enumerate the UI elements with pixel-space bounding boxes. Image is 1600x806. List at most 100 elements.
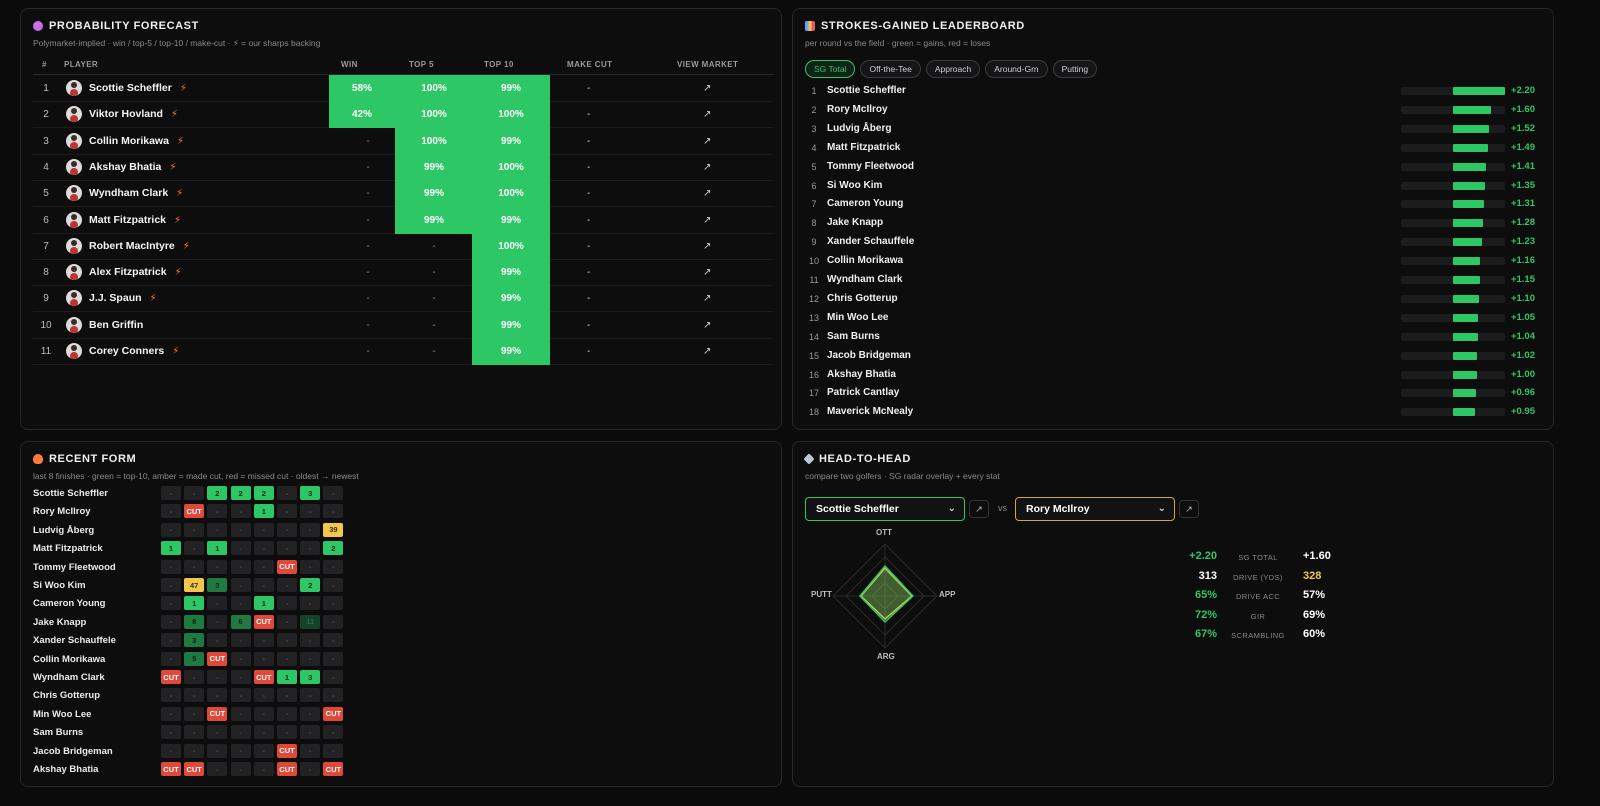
player-name[interactable]: J.J. Spaun ⚡ — [89, 292, 157, 304]
view-market-link[interactable]: ↗ — [703, 346, 711, 357]
sg-row[interactable]: 8 Jake Knapp +1.28 — [805, 214, 1545, 233]
col-top5[interactable]: TOP 5 — [409, 60, 434, 69]
sg-player-name: Maverick McNealy — [827, 406, 914, 418]
sg-bar-track — [1401, 219, 1505, 228]
forecast-row[interactable]: 6 Matt Fitzpatrick ⚡ -99% 99% - ↗ — [33, 206, 773, 234]
player-a-link-button[interactable]: ↗ — [969, 500, 989, 518]
view-market-link[interactable]: ↗ — [703, 241, 711, 252]
sg-row[interactable]: 17 Patrick Cantlay +0.96 — [805, 384, 1545, 403]
view-market-link[interactable]: ↗ — [703, 320, 711, 331]
finish-cell: 2 — [207, 486, 228, 500]
sg-row[interactable]: 10 Collin Morikawa +1.16 — [805, 252, 1545, 271]
tab-sg-total[interactable]: SG Total — [805, 60, 856, 78]
sg-row[interactable]: 15 Jacob Bridgeman +1.02 — [805, 347, 1545, 366]
finish-cell: - — [207, 596, 228, 611]
sg-row[interactable]: 9 Xander Schauffele +1.23 — [805, 233, 1545, 252]
sg-bar — [1453, 162, 1487, 171]
forecast-row[interactable]: 3 Collin Morikawa ⚡ -100% 99% - ↗ — [33, 127, 773, 155]
forecast-row[interactable]: 2 Viktor Hovland ⚡ 42% 100% 100% - ↗ — [33, 101, 773, 129]
player-name[interactable]: Ben Griffin — [89, 319, 143, 331]
top5-cell: 99% — [395, 206, 473, 234]
finish-cell: - — [207, 504, 228, 519]
col-make-cut[interactable]: MAKE CUT — [567, 60, 612, 69]
player-name[interactable]: Robert MacIntyre ⚡ — [89, 240, 190, 252]
sg-row[interactable]: 12 Chris Gotterup +1.10 — [805, 290, 1545, 309]
finish-cell: 3 — [300, 670, 321, 684]
top10-cell: 100% — [472, 101, 550, 129]
view-market-link[interactable]: ↗ — [703, 162, 711, 173]
player-name[interactable]: Corey Conners ⚡ — [89, 345, 179, 357]
tab-putting[interactable]: Putting — [1052, 60, 1098, 78]
sg-row[interactable]: 4 Matt Fitzpatrick +1.49 — [805, 139, 1545, 158]
player-name[interactable]: Collin Morikawa ⚡ — [89, 135, 184, 147]
tab-approach[interactable]: Approach — [925, 60, 981, 78]
top5-cell: 100% — [395, 101, 473, 129]
finish-cell: - — [230, 578, 251, 592]
forecast-row[interactable]: 9 J.J. Spaun ⚡ - -99% - ↗ — [33, 285, 773, 313]
finish-cell: - — [207, 688, 228, 703]
make-cut-cell: - — [587, 161, 591, 173]
sg-row[interactable]: 11 Wyndham Clark +1.15 — [805, 271, 1545, 290]
col-win[interactable]: WIN — [341, 60, 358, 69]
view-market-link[interactable]: ↗ — [703, 267, 711, 278]
finish-cell: CUT — [323, 706, 344, 721]
finish-cell: - — [207, 522, 228, 537]
player-b-link-button[interactable]: ↗ — [1179, 500, 1199, 518]
view-market-link[interactable]: ↗ — [703, 293, 711, 304]
sg-rank: 15 — [808, 350, 819, 361]
forecast-row[interactable]: 10 Ben Griffin - -99% - ↗ — [33, 311, 773, 339]
forecast-row[interactable]: 1 Scottie Scheffler ⚡ 58% 100% 99% - ↗ — [33, 75, 773, 102]
finish-cell: - — [253, 688, 274, 703]
sg-row[interactable]: 5 Tommy Fleetwood +1.41 — [805, 158, 1545, 177]
sg-row[interactable]: 1 Scottie Scheffler +2.20 — [805, 82, 1545, 101]
sg-bar — [1453, 351, 1478, 360]
top10-cell: 100% — [472, 232, 550, 260]
sg-row[interactable]: 16 Akshay Bhatia +1.00 — [805, 366, 1545, 385]
sg-value: +1.00 — [1510, 368, 1535, 380]
make-cut-cell: - — [587, 346, 591, 357]
rank-cell: 4 — [43, 161, 49, 173]
forecast-title: PROBABILITY FORECAST — [33, 20, 199, 32]
sg-player-name: Xander Schauffele — [827, 236, 915, 248]
player-name[interactable]: Viktor Hovland ⚡ — [89, 108, 178, 120]
tab-around-grn[interactable]: Around-Grn — [985, 60, 1048, 78]
stat-label: SG TOTAL — [1238, 553, 1278, 562]
view-market-link[interactable]: ↗ — [703, 188, 711, 199]
bar-chart-icon — [805, 21, 815, 31]
radar-label-left: PUTT — [811, 590, 832, 599]
finish-cell: - — [230, 762, 251, 776]
make-cut-cell: - — [587, 319, 591, 331]
forecast-row[interactable]: 4 Akshay Bhatia ⚡ -99% 100% - ↗ — [33, 153, 773, 181]
sg-row[interactable]: 18 Maverick McNealy +0.95 — [805, 403, 1545, 422]
sg-tabs: SG Total Off-the-Tee Approach Around-Grn Put… — [805, 60, 1098, 78]
sg-row[interactable]: 3 Ludvig Åberg +1.52 — [805, 120, 1545, 139]
forecast-row[interactable]: 7 Robert MacIntyre ⚡ - -100% - ↗ — [33, 232, 773, 260]
make-cut-cell: - — [587, 293, 591, 305]
player-name[interactable]: Akshay Bhatia ⚡ — [89, 161, 176, 173]
player-b-select[interactable]: Rory McIlroy ⌄ — [1015, 497, 1175, 521]
view-market-link[interactable]: ↗ — [703, 215, 711, 226]
view-market-link[interactable]: ↗ — [703, 109, 711, 120]
sg-row[interactable]: 7 Cameron Young +1.31 — [805, 195, 1545, 214]
sg-row[interactable]: 6 Si Woo Kim +1.35 — [805, 177, 1545, 196]
forecast-row[interactable]: 5 Wyndham Clark ⚡ -99% 100% - ↗ — [33, 180, 773, 208]
forecast-row[interactable]: 11 Corey Conners ⚡ - -99% - ↗ — [33, 338, 773, 365]
player-a-select[interactable]: Scottie Scheffler ⌄ — [805, 497, 965, 521]
target-icon — [33, 21, 43, 31]
vs-label: vs — [998, 503, 1007, 513]
view-market-link[interactable]: ↗ — [703, 136, 711, 147]
view-market-link[interactable]: ↗ — [703, 83, 711, 94]
sg-row[interactable]: 13 Min Woo Lee +1.05 — [805, 309, 1545, 328]
player-name[interactable]: Wyndham Clark ⚡ — [89, 187, 183, 199]
player-name[interactable]: Alex Fitzpatrick ⚡ — [89, 266, 182, 278]
sg-bar — [1453, 370, 1477, 379]
bolt-icon: ⚡ — [149, 293, 157, 305]
col-top10[interactable]: TOP 10 — [484, 60, 514, 69]
player-name[interactable]: Scottie Scheffler ⚡ — [89, 82, 187, 94]
sg-row[interactable]: 14 Sam Burns +1.04 — [805, 328, 1545, 347]
tab-off-the-tee[interactable]: Off-the-Tee — [860, 60, 921, 78]
forecast-row[interactable]: 8 Alex Fitzpatrick ⚡ - -99% - ↗ — [33, 259, 773, 287]
sg-row[interactable]: 2 Rory McIlroy +1.60 — [805, 101, 1545, 120]
player-name[interactable]: Matt Fitzpatrick ⚡ — [89, 214, 181, 226]
rank-cell: 11 — [40, 346, 52, 357]
